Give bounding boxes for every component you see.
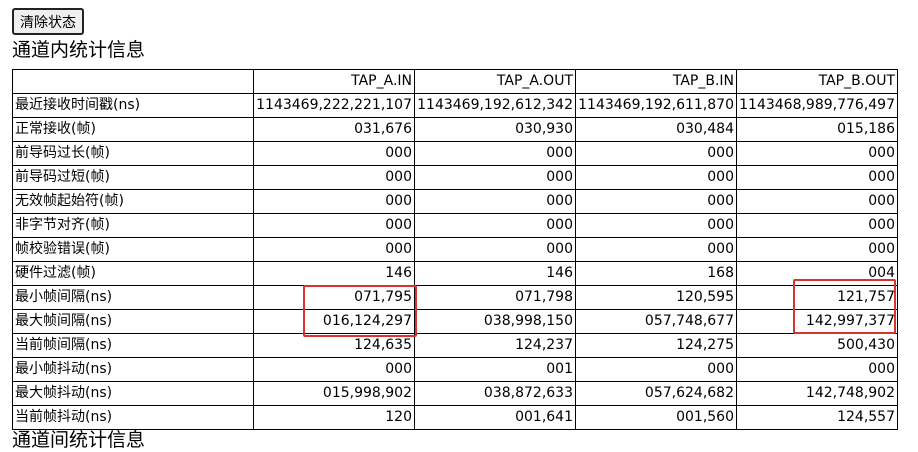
cell-value: 000 <box>414 237 576 262</box>
clear-status-button[interactable]: 清除状态 <box>12 8 84 35</box>
cell-value: 120 <box>253 405 415 430</box>
cell-value: 000 <box>575 165 737 190</box>
cell-value: 000 <box>253 189 415 214</box>
cell-value: 031,676 <box>253 117 415 142</box>
cell-value: 000 <box>736 189 898 214</box>
cell-value: 000 <box>736 141 898 166</box>
cell-value: 146 <box>414 261 576 286</box>
header-corner <box>12 69 254 94</box>
section-title: 通道内统计信息 <box>12 39 146 61</box>
cell-value: 071,798 <box>414 285 576 310</box>
table-row: 最小帧间隔(ns) 071,795 071,798 120,595 121,75… <box>12 285 898 310</box>
table-row: 正常接收(帧) 031,676 030,930 030,484 015,186 <box>12 117 898 142</box>
stats-table: TAP_A.IN TAP_A.OUT TAP_B.IN TAP_B.OUT 最近… <box>12 69 898 430</box>
cell-value: 000 <box>736 237 898 262</box>
cell-value: 038,872,633 <box>414 381 576 406</box>
cell-value: 030,484 <box>575 117 737 142</box>
cell-value: 016,124,297 <box>253 309 415 334</box>
cell-value: 120,595 <box>575 285 737 310</box>
next-section-title: 通道间统计信息 <box>12 429 146 451</box>
table-row: 前导码过长(帧) 000 000 000 000 <box>12 141 898 166</box>
row-label: 当前帧间隔(ns) <box>12 333 254 358</box>
cell-value: 000 <box>575 189 737 214</box>
cell-value: 124,557 <box>736 405 898 430</box>
cell-value: 142,748,902 <box>736 381 898 406</box>
cell-value: 121,757 <box>736 285 898 310</box>
row-label: 最小帧抖动(ns) <box>12 357 254 382</box>
row-label: 帧校验错误(帧) <box>12 237 254 262</box>
row-label: 最小帧间隔(ns) <box>12 285 254 310</box>
cell-value: 000 <box>253 213 415 238</box>
table-row: 当前帧间隔(ns) 124,635 124,237 124,275 500,43… <box>12 333 898 358</box>
cell-value: 1143469,222,221,107 <box>253 93 415 118</box>
row-label: 正常接收(帧) <box>12 117 254 142</box>
cell-value: 030,930 <box>414 117 576 142</box>
cell-value: 146 <box>253 261 415 286</box>
column-header: TAP_A.IN <box>253 69 415 94</box>
row-label: 最大帧抖动(ns) <box>12 381 254 406</box>
table-row: 最近接收时间戳(ns) 1143469,222,221,107 1143469,… <box>12 93 898 118</box>
table-row: 最大帧间隔(ns) 016,124,297 038,998,150 057,74… <box>12 309 898 334</box>
table-row: 前导码过短(帧) 000 000 000 000 <box>12 165 898 190</box>
column-header: TAP_B.OUT <box>736 69 898 94</box>
cell-value: 000 <box>414 189 576 214</box>
table-row: 硬件过滤(帧) 146 146 168 004 <box>12 261 898 286</box>
cell-value: 000 <box>736 213 898 238</box>
cell-value: 000 <box>253 237 415 262</box>
table-row: 最大帧抖动(ns) 015,998,902 038,872,633 057,62… <box>12 381 898 406</box>
table-row: 非字节对齐(帧) 000 000 000 000 <box>12 213 898 238</box>
cell-value: 168 <box>575 261 737 286</box>
cell-value: 001 <box>414 357 576 382</box>
cell-value: 500,430 <box>736 333 898 358</box>
cell-value: 015,998,902 <box>253 381 415 406</box>
cell-value: 057,748,677 <box>575 309 737 334</box>
table-row: 无效帧起始符(帧) 000 000 000 000 <box>12 189 898 214</box>
cell-value: 000 <box>575 357 737 382</box>
cell-value: 142,997,377 <box>736 309 898 334</box>
cell-value: 057,624,682 <box>575 381 737 406</box>
table-row: 当前帧抖动(ns) 120 001,641 001,560 124,557 <box>12 405 898 430</box>
cell-value: 1143468,989,776,497 <box>736 93 898 118</box>
column-header: TAP_A.OUT <box>414 69 576 94</box>
cell-value: 000 <box>253 165 415 190</box>
cell-value: 000 <box>575 213 737 238</box>
cell-value: 000 <box>575 141 737 166</box>
cell-value: 000 <box>253 141 415 166</box>
cell-value: 1143469,192,612,342 <box>414 93 576 118</box>
table-row: 帧校验错误(帧) 000 000 000 000 <box>12 237 898 262</box>
cell-value: 004 <box>736 261 898 286</box>
cell-value: 124,635 <box>253 333 415 358</box>
row-label: 前导码过短(帧) <box>12 165 254 190</box>
cell-value: 000 <box>414 141 576 166</box>
cell-value: 001,560 <box>575 405 737 430</box>
row-label: 非字节对齐(帧) <box>12 213 254 238</box>
cell-value: 000 <box>414 165 576 190</box>
cell-value: 071,795 <box>253 285 415 310</box>
cell-value: 038,998,150 <box>414 309 576 334</box>
row-label: 前导码过长(帧) <box>12 141 254 166</box>
cell-value: 1143469,192,611,870 <box>575 93 737 118</box>
table-row: 最小帧抖动(ns) 000 001 000 000 <box>12 357 898 382</box>
cell-value: 000 <box>736 357 898 382</box>
column-header: TAP_B.IN <box>575 69 737 94</box>
row-label: 最大帧间隔(ns) <box>12 309 254 334</box>
cell-value: 124,275 <box>575 333 737 358</box>
cell-value: 000 <box>253 357 415 382</box>
cell-value: 000 <box>736 165 898 190</box>
cell-value: 124,237 <box>414 333 576 358</box>
row-label: 无效帧起始符(帧) <box>12 189 254 214</box>
cell-value: 015,186 <box>736 117 898 142</box>
cell-value: 001,641 <box>414 405 576 430</box>
row-label: 当前帧抖动(ns) <box>12 405 254 430</box>
cell-value: 000 <box>414 213 576 238</box>
cell-value: 000 <box>575 237 737 262</box>
table-header-row: TAP_A.IN TAP_A.OUT TAP_B.IN TAP_B.OUT <box>12 69 898 94</box>
row-label: 硬件过滤(帧) <box>12 261 254 286</box>
row-label: 最近接收时间戳(ns) <box>12 93 254 118</box>
